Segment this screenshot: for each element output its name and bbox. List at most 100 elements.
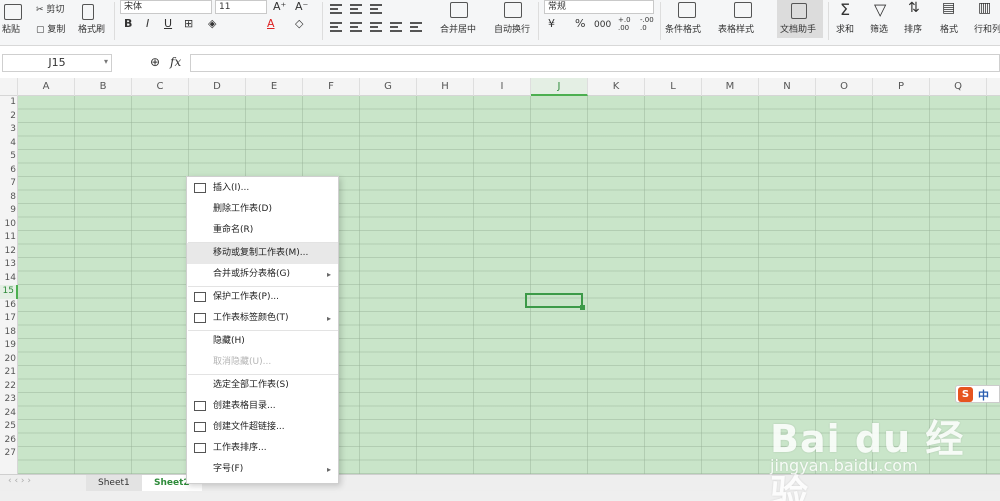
sheet-tab-sheet1[interactable]: Sheet1 xyxy=(86,475,143,491)
context-menu-item[interactable]: 选定全部工作表(S) xyxy=(187,375,338,396)
name-box-dropdown-icon[interactable]: ▾ xyxy=(104,57,108,66)
align-right-icon[interactable] xyxy=(370,22,382,32)
context-menu-item[interactable]: 重命名(R) xyxy=(187,220,338,241)
sum-icon[interactable]: Σ xyxy=(840,0,850,19)
bold-button[interactable]: B xyxy=(124,17,132,30)
border-button[interactable]: ⊞ xyxy=(184,17,193,30)
row-header-9[interactable]: 9 xyxy=(0,204,18,218)
context-menu-item[interactable]: 删除工作表(D) xyxy=(187,199,338,220)
table-style-button[interactable] xyxy=(734,2,752,20)
column-header-a[interactable]: A xyxy=(18,78,75,96)
italic-button[interactable]: I xyxy=(146,17,149,30)
distributed-icon[interactable] xyxy=(410,22,422,32)
shrink-font-button[interactable]: A⁻ xyxy=(295,0,308,13)
row-header-3[interactable]: 3 xyxy=(0,123,18,137)
column-header-j[interactable]: J xyxy=(531,78,588,96)
column-header-p[interactable]: P xyxy=(873,78,930,96)
row-header-17[interactable]: 17 xyxy=(0,312,18,326)
column-header-n[interactable]: N xyxy=(759,78,816,96)
row-header-26[interactable]: 26 xyxy=(0,434,18,448)
align-bottom-icon[interactable] xyxy=(370,4,382,14)
doc-assistant-button[interactable]: 文档助手 xyxy=(777,0,823,38)
column-header-o[interactable]: O xyxy=(816,78,873,96)
column-header-e[interactable]: E xyxy=(246,78,303,96)
underline-button[interactable]: U xyxy=(164,17,172,30)
active-cell[interactable] xyxy=(525,293,585,310)
row-header-23[interactable]: 23 xyxy=(0,393,18,407)
context-menu-item[interactable]: 字号(F) ▸ xyxy=(187,459,338,480)
row-header-15[interactable]: 15 xyxy=(0,285,18,299)
row-header-11[interactable]: 11 xyxy=(0,231,18,245)
context-menu-item[interactable]: 创建表格目录... xyxy=(187,396,338,417)
row-header-1[interactable]: 1 xyxy=(0,96,18,110)
column-header-i[interactable]: I xyxy=(474,78,531,96)
fill-color-button[interactable]: ◈ xyxy=(208,17,216,30)
column-header-m[interactable]: M xyxy=(702,78,759,96)
format-icon[interactable]: ▤ xyxy=(942,0,955,16)
row-header-19[interactable]: 19 xyxy=(0,339,18,353)
filter-icon[interactable]: ▽ xyxy=(874,0,886,19)
row-header-24[interactable]: 24 xyxy=(0,407,18,421)
row-header-21[interactable]: 21 xyxy=(0,366,18,380)
column-header-f[interactable]: F xyxy=(303,78,360,96)
row-header-13[interactable]: 13 xyxy=(0,258,18,272)
context-menu-item[interactable]: 合并或拆分表格(G) ▸ xyxy=(187,264,338,285)
row-header-25[interactable]: 25 xyxy=(0,420,18,434)
name-box[interactable]: J15 xyxy=(2,54,112,72)
row-col-icon[interactable]: ▥ xyxy=(978,0,991,16)
row-header-7[interactable]: 7 xyxy=(0,177,18,191)
row-header-2[interactable]: 2 xyxy=(0,110,18,124)
wrap-text-button[interactable] xyxy=(504,2,522,20)
column-header-b[interactable]: B xyxy=(75,78,132,96)
row-header-8[interactable]: 8 xyxy=(0,191,18,205)
context-menu-item[interactable]: 隐藏(H) xyxy=(187,331,338,352)
formula-input[interactable] xyxy=(190,54,1000,72)
row-header-12[interactable]: 12 xyxy=(0,245,18,259)
column-header-g[interactable]: G xyxy=(360,78,417,96)
row-header-6[interactable]: 6 xyxy=(0,164,18,178)
font-size-select[interactable]: 11 xyxy=(215,0,267,14)
row-header-5[interactable]: 5 xyxy=(0,150,18,164)
justify-icon[interactable] xyxy=(390,22,402,32)
column-header-d[interactable]: D xyxy=(189,78,246,96)
row-header-14[interactable]: 14 xyxy=(0,272,18,286)
font-name-select[interactable]: 宋体 xyxy=(120,0,212,14)
number-format-select[interactable]: 常规 xyxy=(544,0,654,14)
paste-button[interactable] xyxy=(4,4,22,22)
grow-font-button[interactable]: A⁺ xyxy=(273,0,286,13)
row-header-20[interactable]: 20 xyxy=(0,353,18,367)
font-color-button[interactable]: A xyxy=(267,17,275,30)
context-menu-item[interactable]: 创建文件超链接... xyxy=(187,417,338,438)
column-header-h[interactable]: H xyxy=(417,78,474,96)
select-all-corner[interactable] xyxy=(0,78,18,96)
thousands-button[interactable]: 000 xyxy=(594,20,611,30)
format-painter-button[interactable] xyxy=(82,4,94,22)
context-menu-item[interactable]: 移动或复制工作表(M)... xyxy=(187,243,338,264)
align-middle-icon[interactable] xyxy=(350,4,362,14)
column-header-q[interactable]: Q xyxy=(930,78,987,96)
decrease-decimal-button[interactable]: -.00 .0 xyxy=(640,16,656,32)
context-menu-item[interactable]: 工作表标签颜色(T) ▸ xyxy=(187,308,338,329)
align-top-icon[interactable] xyxy=(330,4,342,14)
clear-format-button[interactable]: ◇ xyxy=(295,17,303,30)
sort-icon[interactable]: ⇅ xyxy=(908,0,920,16)
align-center-icon[interactable] xyxy=(350,22,362,32)
conditional-format-button[interactable] xyxy=(678,2,696,20)
context-menu-item[interactable]: 保护工作表(P)... xyxy=(187,287,338,308)
row-header-22[interactable]: 22 xyxy=(0,380,18,394)
context-menu-item[interactable]: 工作表排序... xyxy=(187,438,338,459)
column-header-k[interactable]: K xyxy=(588,78,645,96)
row-header-16[interactable]: 16 xyxy=(0,299,18,313)
context-menu-item[interactable]: 插入(I)... xyxy=(187,178,338,199)
row-header-4[interactable]: 4 xyxy=(0,137,18,151)
percent-button[interactable]: % xyxy=(575,17,585,30)
zoom-search-icon[interactable]: ⊕ xyxy=(150,55,160,69)
align-left-icon[interactable] xyxy=(330,22,342,32)
increase-decimal-button[interactable]: +.0 .00 xyxy=(618,16,634,32)
row-header-27[interactable]: 27 xyxy=(0,447,18,461)
copy-button[interactable]: ▢ 复制 xyxy=(36,22,65,35)
row-header-10[interactable]: 10 xyxy=(0,218,18,232)
cut-button[interactable]: ✂ 剪切 xyxy=(36,2,64,15)
merge-center-button[interactable] xyxy=(450,2,468,20)
tab-nav-arrows[interactable]: ‹ ‹ › › xyxy=(8,476,31,486)
